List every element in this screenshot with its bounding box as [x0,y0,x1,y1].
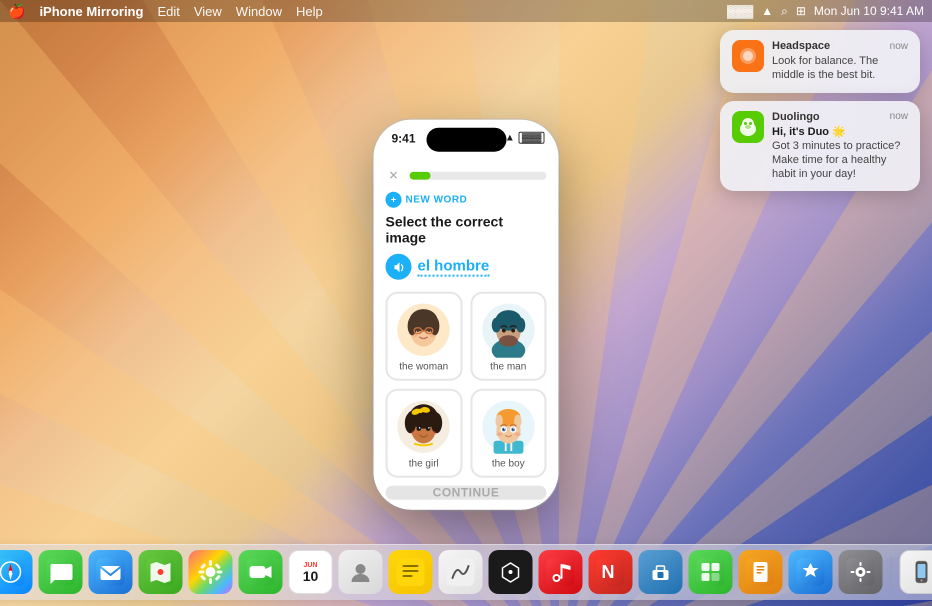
iphone-container: 9:41 ▐▐▐ ▲ ▓▓▓ ✕ + NEW WORD [374,120,559,510]
headspace-time: now [890,41,908,52]
choice-girl[interactable]: the girl [386,389,463,478]
dock-separator [891,555,892,589]
question-text: Select the correct image [386,214,547,246]
choice-boy-label: the boy [492,459,525,470]
progress-bar [410,172,547,180]
menubar-view[interactable]: View [194,4,222,19]
headspace-content: Headspace now Look for balance. The midd… [772,40,908,83]
spanish-word: el hombre [418,257,490,276]
iphone-dynamic-island [426,128,506,152]
dock-numbers[interactable] [689,550,733,594]
control-center-icon[interactable]: ⊞ [796,4,806,18]
dock-appstore[interactable] [789,550,833,594]
dock-freeform[interactable] [439,550,483,594]
wifi-icon: ▲ [761,4,773,18]
word-row: el hombre [386,254,547,280]
choice-man-label: the man [490,362,526,373]
progress-section: ✕ [386,164,547,184]
choice-woman[interactable]: the woman [386,292,463,381]
search-icon[interactable]: ⌕ [781,4,788,19]
close-button[interactable]: ✕ [386,168,402,184]
dock-safari[interactable] [0,550,33,594]
choice-girl-label: the girl [409,459,439,470]
notification-headspace[interactable]: Headspace now Look for balance. The midd… [720,30,920,93]
dock-news[interactable]: N [589,550,633,594]
dock-iphone-mirroring[interactable] [900,550,932,594]
iphone-status-bar: 9:41 ▐▐▐ ▲ ▓▓▓ [374,120,559,164]
new-word-label: NEW WORD [406,194,468,205]
battery-status-icon: ▓▓▓ [519,132,545,144]
duolingo-body: Got 3 minutes to practice? Make time for… [772,139,908,182]
dock-maps[interactable] [139,550,183,594]
dock: JUN 10 N [0,544,932,600]
dock-calendar[interactable]: JUN 10 [289,550,333,594]
battery-icon: ▓▓▓ [727,4,753,18]
headspace-body: Look for balance. The middle is the best… [772,54,908,83]
menubar-edit[interactable]: Edit [157,4,179,19]
iphone-screen: ✕ + NEW WORD Select the correct image [374,164,559,510]
speaker-button[interactable] [386,254,412,280]
dock-systemprefs[interactable] [839,550,883,594]
duolingo-content: Duolingo now Hi, it's Duo 🌟 Got 3 minute… [772,111,908,182]
dock-pages[interactable] [739,550,783,594]
dock-contacts[interactable] [339,550,383,594]
new-word-badge: + NEW WORD [386,192,547,208]
apple-menu[interactable]: 🍎 [8,3,25,20]
progress-fill [410,172,431,180]
image-grid: the woman [386,292,547,478]
duolingo-time: now [890,111,908,122]
menubar-window[interactable]: Window [236,4,282,19]
choice-man[interactable]: the man [470,292,547,381]
svg-text:N: N [602,562,615,582]
notifications-panel: Headspace now Look for balance. The midd… [720,30,920,191]
iphone-time: 9:41 [392,132,416,146]
headspace-app-name: Headspace [772,40,830,52]
dock-appletv[interactable] [489,550,533,594]
duolingo-app-name: Duolingo [772,111,820,123]
notification-duolingo[interactable]: Duolingo now Hi, it's Duo 🌟 Got 3 minute… [720,101,920,192]
menubar-help[interactable]: Help [296,4,323,19]
duolingo-title: Hi, it's Duo 🌟 [772,125,908,138]
dock-photos[interactable] [189,550,233,594]
new-word-icon: + [386,192,402,208]
headspace-header: Headspace now [772,40,908,52]
dock-messages[interactable] [39,550,83,594]
wifi-status-icon: ▲ [505,132,515,143]
dock-toolbox[interactable] [639,550,683,594]
dock-mail[interactable] [89,550,133,594]
choice-boy[interactable]: the boy [470,389,547,478]
dock-notes[interactable] [389,550,433,594]
iphone-frame: 9:41 ▐▐▐ ▲ ▓▓▓ ✕ + NEW WORD [374,120,559,510]
continue-button[interactable]: CONTINUE [386,486,547,500]
headspace-icon [732,40,764,72]
dock-music[interactable] [539,550,583,594]
choice-woman-label: the woman [399,362,448,373]
duolingo-icon [732,111,764,143]
menubar: 🍎 iPhone Mirroring Edit View Window Help… [0,0,932,22]
menubar-left: 🍎 iPhone Mirroring Edit View Window Help [8,3,323,20]
menubar-right: ▓▓▓ ▲ ⌕ ⊞ Mon Jun 10 9:41 AM [727,4,924,19]
menubar-app-name[interactable]: iPhone Mirroring [39,4,143,19]
duolingo-header: Duolingo now [772,111,908,123]
menubar-time: Mon Jun 10 9:41 AM [814,4,924,18]
calendar-day: 10 [303,569,319,583]
dock-facetime[interactable] [239,550,283,594]
